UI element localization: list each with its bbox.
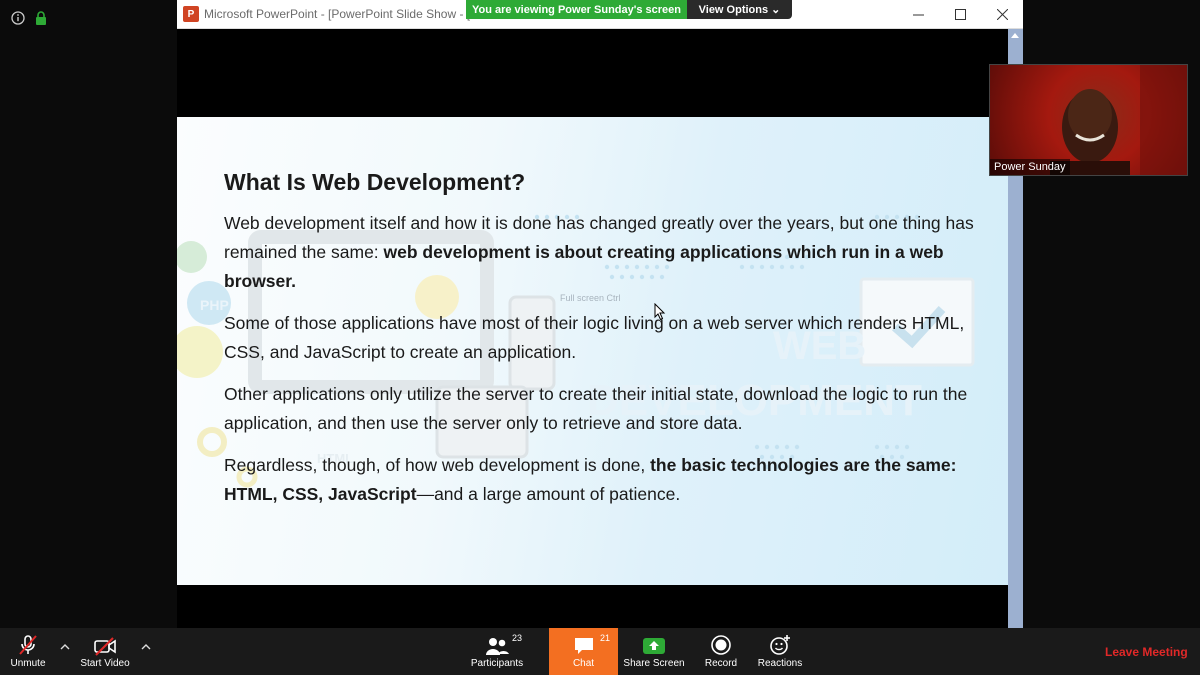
record-button[interactable]: Record	[698, 628, 744, 675]
paragraph-1: Web development itself and how it is don…	[224, 209, 984, 296]
participants-icon	[484, 628, 510, 658]
meeting-toolbar: Unmute Start Video Participants 23 Chat …	[0, 628, 1200, 675]
audio-options-caret-icon[interactable]	[58, 640, 72, 654]
start-video-button[interactable]: Start Video	[76, 628, 134, 675]
fullscreen-hint: Full screen Ctrl	[560, 293, 621, 303]
participant-video-tile[interactable]: Power Sunday	[989, 64, 1188, 176]
reactions-button[interactable]: Reactions	[754, 628, 806, 675]
window-title: Microsoft PowerPoint - [PowerPoint Slide…	[204, 7, 484, 21]
paragraph-2: Some of those applications have most of …	[224, 313, 965, 362]
encryption-lock-icon[interactable]	[33, 10, 49, 26]
microphone-muted-icon	[17, 628, 39, 658]
chat-icon	[573, 628, 595, 658]
paragraph-4-text: Regardless, though, of how web developme…	[224, 455, 651, 475]
participant-name: Power Sunday	[990, 159, 1070, 175]
chat-label: Chat	[572, 658, 595, 669]
zoom-meeting-window: P Microsoft PowerPoint - [PowerPoint Sli…	[0, 0, 1200, 675]
record-label: Record	[704, 658, 738, 669]
start-video-label: Start Video	[80, 658, 130, 669]
minimize-button[interactable]	[897, 0, 940, 29]
paragraph-3: Other applications only utilize the serv…	[224, 384, 968, 433]
leave-meeting-button[interactable]: Leave Meeting	[1105, 645, 1188, 659]
slide: PHP WEB DEVELOPMENT HTML What Is Web Dev…	[177, 117, 1008, 585]
share-screen-icon	[642, 628, 666, 658]
close-button[interactable]	[981, 0, 1024, 29]
slide-body: What Is Web Development? Web development…	[224, 169, 984, 522]
shared-powerpoint-window: P Microsoft PowerPoint - [PowerPoint Sli…	[177, 0, 1023, 628]
reactions-label: Reactions	[757, 658, 803, 669]
maximize-button[interactable]	[939, 0, 982, 29]
paragraph-4-end: —and a large amount of patience.	[416, 484, 681, 504]
view-options-button[interactable]: View Options ⌄	[687, 0, 792, 19]
mouse-cursor-icon	[654, 302, 666, 326]
share-screen-button[interactable]: Share Screen	[622, 628, 686, 675]
info-icon[interactable]	[10, 10, 26, 26]
viewing-screen-banner: You are viewing Power Sunday's screen	[466, 0, 687, 19]
participants-count: 23	[512, 633, 523, 643]
chat-unread-count: 21	[600, 633, 611, 643]
unmute-button[interactable]: Unmute	[4, 628, 52, 675]
slide-title: What Is Web Development?	[224, 169, 526, 195]
unmute-label: Unmute	[10, 658, 46, 669]
camera-off-icon	[93, 628, 117, 658]
share-screen-label: Share Screen	[623, 658, 685, 669]
powerpoint-icon: P	[183, 6, 199, 22]
scroll-up-arrow-icon[interactable]	[1011, 33, 1019, 38]
record-icon	[710, 628, 732, 658]
participants-label: Participants	[470, 658, 524, 669]
paragraph-4: Regardless, though, of how web developme…	[224, 451, 984, 509]
reactions-emoji-icon	[769, 628, 791, 658]
video-options-caret-icon[interactable]	[139, 640, 153, 654]
